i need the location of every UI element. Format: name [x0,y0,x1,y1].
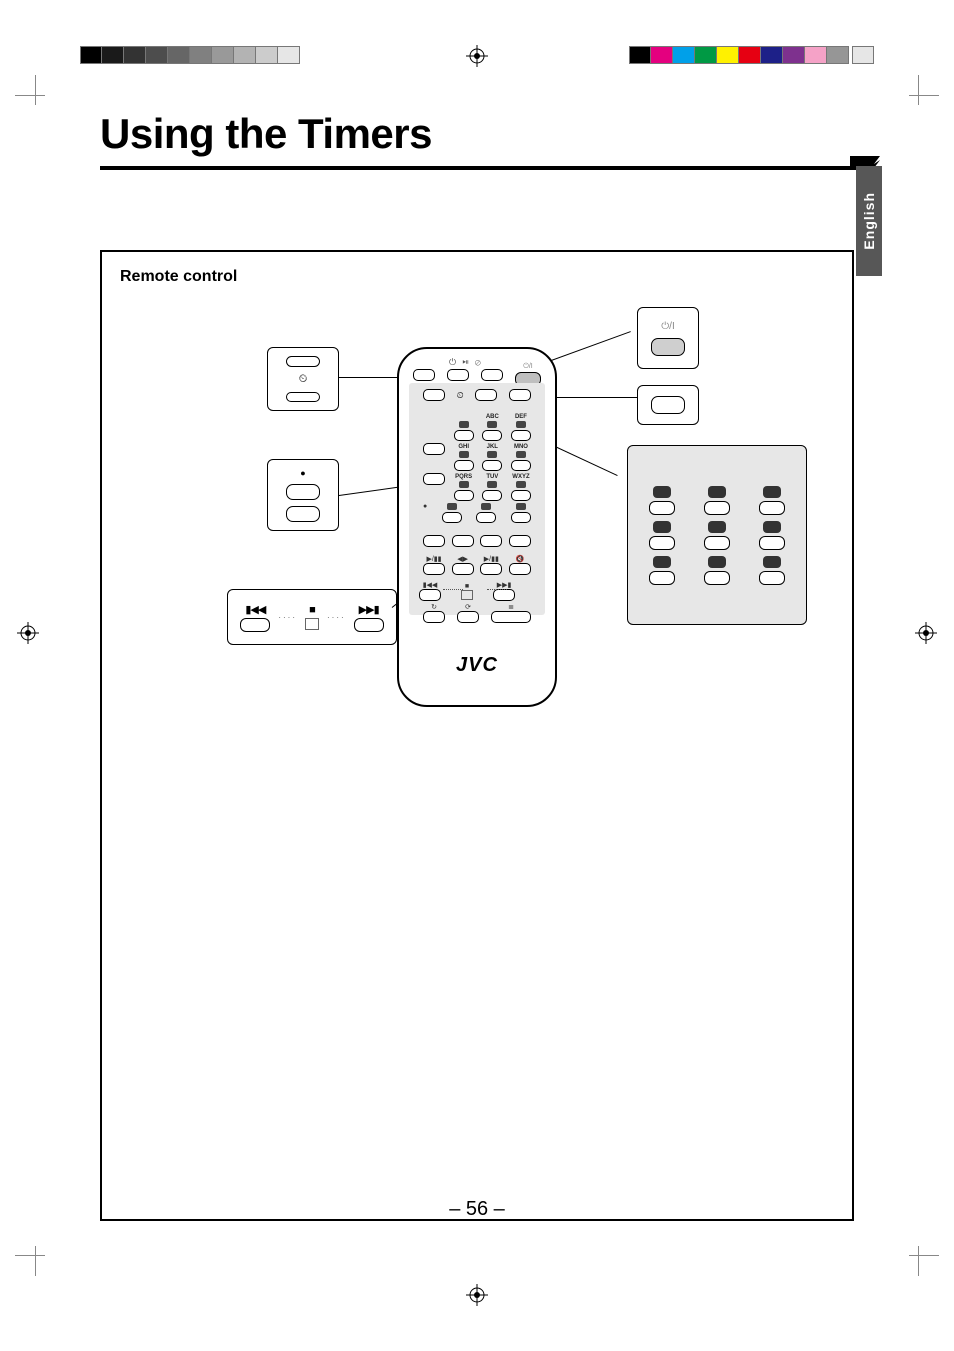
color-bar [629,46,849,64]
stop-icon: ■ [309,604,315,616]
remote-button [491,611,531,623]
registration-mark-icon [17,622,39,644]
remote-key [482,460,502,471]
clock-icon: ⏲ [457,390,464,401]
remote-key [482,430,502,441]
remote-key [482,490,502,501]
grayscale-bar [80,46,300,64]
callout-power: ⏻/I [637,307,699,369]
callout-button [240,618,270,632]
brand-logo: JVC [399,654,555,677]
callout-button [286,356,320,367]
remote-button [423,563,445,575]
callout-button [286,506,320,522]
remote-button [423,473,445,485]
power-label: ⏻/I [523,363,532,371]
registration-mark-icon [915,622,937,644]
clock-icon: ⏲ [299,373,308,386]
remote-prev-button [419,589,441,601]
remote-button [480,563,502,575]
remote-button [423,535,445,547]
remote-diagram: ⏻/I [197,307,757,747]
registration-mark-icon [466,45,488,67]
rec-dot-icon: ● [300,468,305,478]
remote-button [423,611,445,623]
callout-button [286,392,320,403]
remote-button [475,389,497,401]
remote-outline: ⏻ ⏯ ⊘ ⏻/I [397,347,557,707]
remote-button [480,535,502,547]
remote-button [452,535,474,547]
crop-mark [15,1236,55,1276]
remote-key [476,512,496,523]
remote-button [423,389,445,401]
remote-button [481,369,503,381]
callout-button [651,338,685,356]
remote-panel: Remote control ⏻/I [100,250,854,1221]
page-number: – 56 – [0,1198,954,1221]
remote-key [511,430,531,441]
remote-button [452,563,474,575]
remote-button [509,389,531,401]
remote-face: ⏲ ABC DEF GHI [409,383,545,615]
power-icon: ⏻/I [661,321,674,332]
remote-key [511,460,531,471]
remote-key [442,512,462,523]
crop-mark [15,75,55,115]
registration-mark-icon [466,1284,488,1306]
crop-mark [899,75,939,115]
remote-button [509,535,531,547]
remote-key [454,430,474,441]
rule [100,166,864,170]
next-icon: ▶▶▮ [359,603,379,616]
panel-title: Remote control [102,252,852,286]
callout-transport: ▮◀◀ ···· ■ ···· ▶▶▮ [227,589,397,645]
remote-key [454,490,474,501]
remote-key [511,512,531,523]
prev-icon: ▮◀◀ [245,603,265,616]
callout-button [286,484,320,500]
remote-key [454,460,474,471]
language-tab-label: English [861,192,877,250]
remote-button [447,369,469,381]
callout-clock: ⏲ [267,347,339,411]
remote-button [413,369,435,381]
keypad-grid [642,486,792,585]
callout-button [651,396,685,414]
color-swatch [852,46,874,64]
page: Using the Timers English Remote control … [0,0,954,1351]
content-area: Using the Timers English Remote control … [100,110,854,1221]
language-tab: English [856,166,882,276]
remote-next-button [493,589,515,601]
transport-row: ▮◀◀ ···· ■ ···· ▶▶▮ [240,603,383,632]
callout-button [354,618,384,632]
crop-mark [899,1236,939,1276]
remote-button [423,443,445,455]
callout-keypad [627,445,807,625]
remote-button [457,611,479,623]
page-title: Using the Timers [100,110,854,164]
callout-blank [637,385,699,425]
remote-key [511,490,531,501]
remote-button [509,563,531,575]
dashed-guide [409,383,415,543]
callout-rec: ● [267,459,339,531]
